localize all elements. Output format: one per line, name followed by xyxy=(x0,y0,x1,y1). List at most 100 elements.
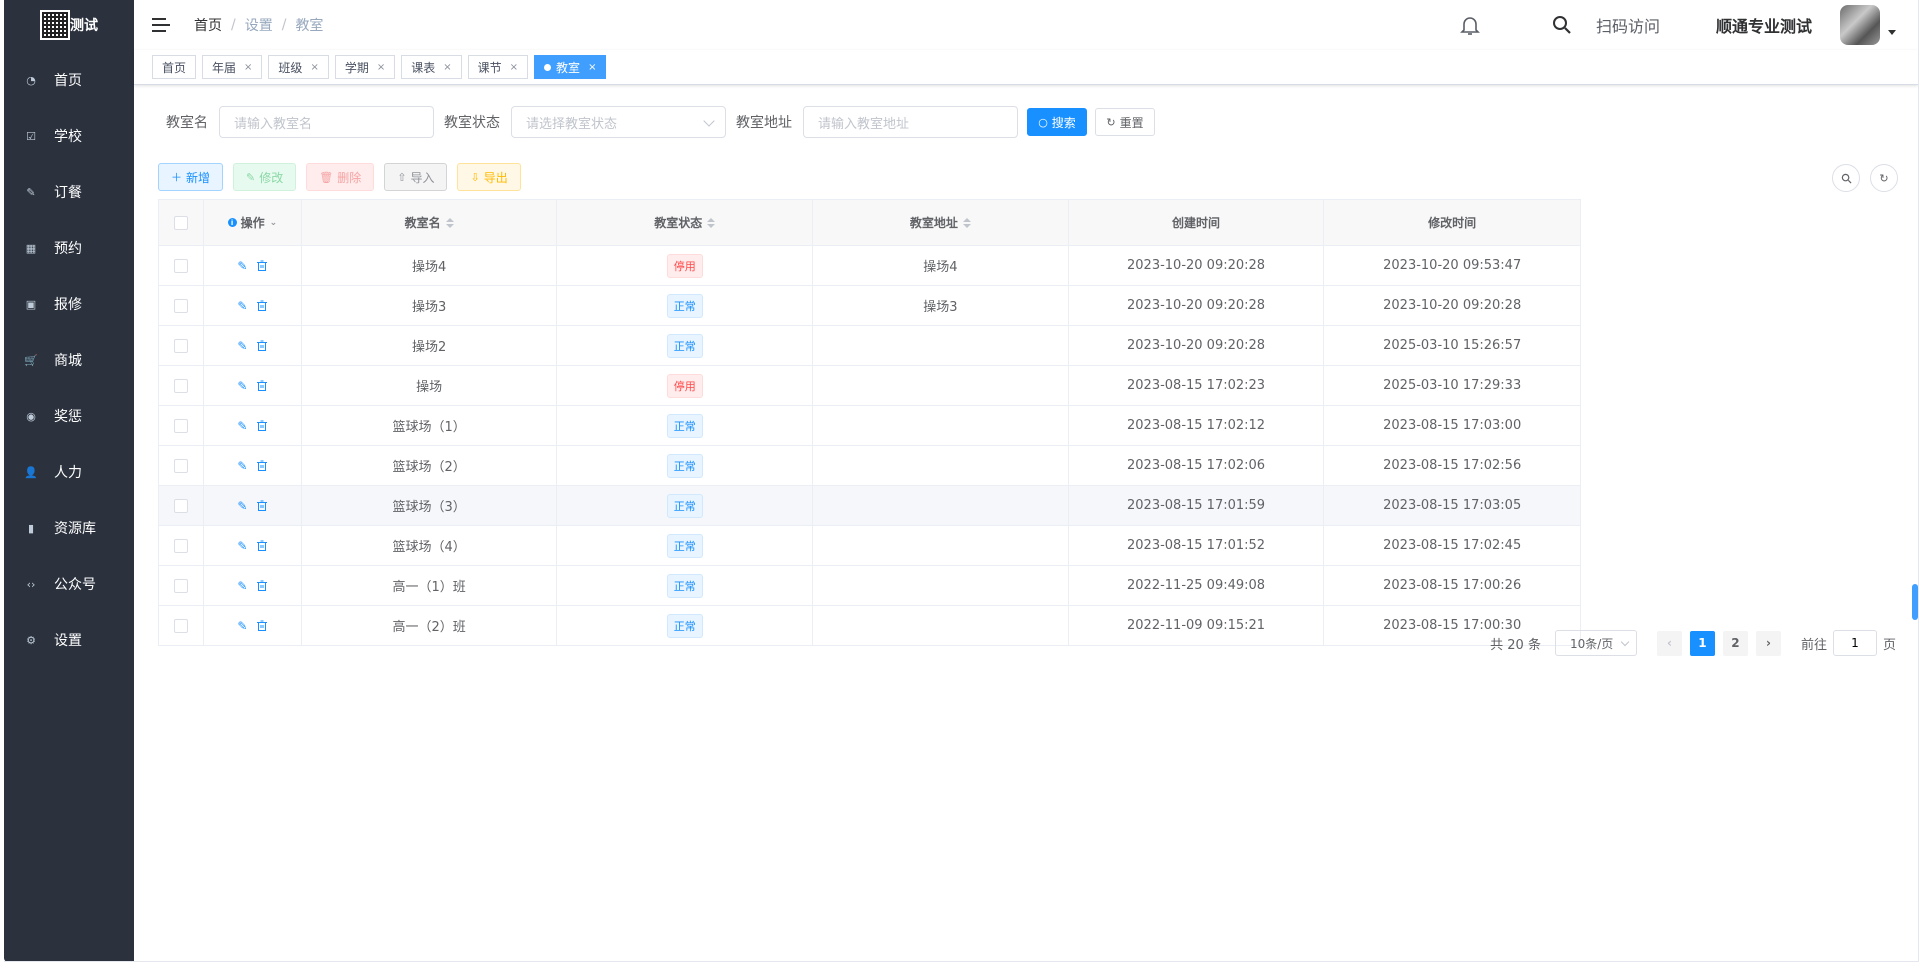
header-name[interactable]: 教室名 xyxy=(302,200,558,245)
toggle-search-icon[interactable] xyxy=(1832,164,1860,192)
edit-icon[interactable]: ✎ xyxy=(237,499,247,513)
sort-icon[interactable] xyxy=(707,217,716,228)
page-1-button[interactable]: 1 xyxy=(1689,630,1715,656)
trash-icon[interactable] xyxy=(257,460,268,471)
edit-icon[interactable]: ✎ xyxy=(237,259,247,273)
edit-icon[interactable]: ✎ xyxy=(237,539,247,553)
close-icon[interactable]: × xyxy=(588,62,596,73)
header-address[interactable]: 教室地址 xyxy=(813,200,1069,245)
trash-icon[interactable] xyxy=(257,620,268,631)
hamburger-icon[interactable] xyxy=(152,18,170,32)
tag-view-item[interactable]: 课节 × xyxy=(467,55,529,79)
row-checkbox[interactable] xyxy=(173,578,188,593)
close-icon[interactable]: × xyxy=(443,62,451,73)
close-icon[interactable]: × xyxy=(244,62,252,73)
delete-button[interactable]: 🗑 删除 xyxy=(306,163,375,191)
row-checkbox[interactable] xyxy=(173,498,188,513)
tag-view-item[interactable]: 班级 × xyxy=(268,55,329,79)
sidebar-item[interactable]: 👤 人力 xyxy=(4,444,134,500)
tag-view-item[interactable]: 首页 xyxy=(152,55,197,79)
table-row[interactable]: ✎ 篮球场（1） 正常 2023-08-15 17:02:12 2023-08-15 1… xyxy=(159,406,1580,446)
row-checkbox[interactable] xyxy=(173,258,188,273)
sidebar-item[interactable]: ▣ 报修 xyxy=(4,276,134,332)
edit-button[interactable]: ✎ 修改 xyxy=(233,163,297,191)
trash-icon[interactable] xyxy=(257,540,268,551)
sidebar-item[interactable]: ◉ 奖惩 xyxy=(4,388,134,444)
trash-icon[interactable] xyxy=(257,300,268,311)
row-checkbox[interactable] xyxy=(173,298,188,313)
row-checkbox[interactable] xyxy=(173,618,188,633)
sort-icon[interactable] xyxy=(445,217,454,228)
edit-icon[interactable]: ✎ xyxy=(237,299,247,313)
goto-page-input[interactable] xyxy=(1832,630,1877,656)
search-icon[interactable] xyxy=(1550,13,1574,37)
page-size-select[interactable]: 10条/页 xyxy=(1554,630,1637,656)
close-icon[interactable]: × xyxy=(510,62,518,73)
import-button[interactable]: ⇧ 导入 xyxy=(384,163,448,191)
sidebar-item[interactable]: ‹› 公众号 xyxy=(4,556,134,612)
add-button[interactable]: ＋ 新增 xyxy=(158,163,224,191)
export-button[interactable]: ⇩ 导出 xyxy=(457,163,521,191)
select-all-checkbox[interactable] xyxy=(173,215,188,230)
row-checkbox[interactable] xyxy=(173,338,188,353)
sidebar-item[interactable]: 🛒 商城 xyxy=(4,332,134,388)
row-checkbox[interactable] xyxy=(173,418,188,433)
sidebar-item[interactable]: ✎ 订餐 xyxy=(4,164,134,220)
edit-icon[interactable]: ✎ xyxy=(237,419,247,433)
status-filter-select[interactable]: 请选择教室状态 xyxy=(511,106,726,138)
header-status[interactable]: 教室状态 xyxy=(557,200,814,245)
trash-icon[interactable] xyxy=(257,260,268,271)
table-row[interactable]: ✎ 高一（1）班 正常 2022-11-25 09:49:08 2023-08-15 1… xyxy=(159,566,1580,606)
scrollbar[interactable] xyxy=(1912,584,1918,620)
table-row[interactable]: ✎ 操场2 正常 2023-10-20 09:20:28 2025-03-10 15:2… xyxy=(159,326,1580,366)
tag-view-item[interactable]: 学期 × xyxy=(334,55,396,79)
sidebar-item[interactable]: ☑ 学校 xyxy=(4,108,134,164)
next-page-button[interactable]: › xyxy=(1755,630,1781,656)
trash-icon[interactable] xyxy=(257,580,268,591)
trash-icon[interactable] xyxy=(257,500,268,511)
edit-icon[interactable]: ✎ xyxy=(237,379,247,393)
sidebar-item[interactable]: ◔ 首页 xyxy=(4,52,134,108)
avatar[interactable] xyxy=(1840,5,1880,45)
logo[interactable]: 测试 xyxy=(40,8,98,42)
caret-down-icon[interactable] xyxy=(1888,29,1896,35)
address-filter-input[interactable]: 请输入教室地址 xyxy=(803,106,1018,138)
edit-icon[interactable]: ✎ xyxy=(237,339,247,353)
edit-icon[interactable]: ✎ xyxy=(237,579,247,593)
close-icon[interactable]: × xyxy=(377,62,385,73)
prev-page-button[interactable]: ‹ xyxy=(1656,630,1682,656)
refresh-icon[interactable]: ↻ xyxy=(1870,164,1898,192)
tag-view-item[interactable]: 课表 × xyxy=(401,55,462,79)
header-created: 创建时间 xyxy=(1069,200,1325,245)
header-op[interactable]: i 操作 ⌄ xyxy=(204,200,302,245)
table-row[interactable]: ✎ 篮球场（2） 正常 2023-08-15 17:02:06 2023-08-15 1… xyxy=(159,446,1580,486)
row-checkbox[interactable] xyxy=(173,378,188,393)
trash-icon[interactable] xyxy=(257,380,268,391)
row-checkbox[interactable] xyxy=(173,538,188,553)
name-filter-input[interactable]: 请输入教室名 xyxy=(219,106,434,138)
row-checkbox[interactable] xyxy=(173,458,188,473)
table-row[interactable]: ✎ 篮球场（3） 正常 2023-08-15 17:01:59 2023-08-15 1… xyxy=(159,486,1580,526)
sidebar-item[interactable]: ▦ 预约 xyxy=(4,220,134,276)
sidebar-item[interactable]: ▮ 资源库 xyxy=(4,500,134,556)
bell-icon[interactable] xyxy=(1458,13,1482,37)
trash-icon[interactable] xyxy=(257,420,268,431)
tag-view-item[interactable]: 年届 × xyxy=(202,55,263,79)
sort-icon[interactable] xyxy=(962,217,971,228)
close-icon[interactable]: × xyxy=(310,62,318,73)
table-row[interactable]: ✎ 操场 停用 2023-08-15 17:02:23 2025-03-10 17:29… xyxy=(159,366,1580,406)
scan-visit-link[interactable]: 扫码访问 xyxy=(1596,13,1660,37)
page-2-button[interactable]: 2 xyxy=(1722,630,1748,656)
tag-view-item[interactable]: 教室 × xyxy=(534,55,607,79)
table-row[interactable]: ✎ 操场3 正常 操场3 2023-10-20 09:20:28 2023-10-20 0… xyxy=(159,286,1580,326)
table-row[interactable]: ✎ 篮球场（4） 正常 2023-08-15 17:01:52 2023-08-15 1… xyxy=(159,526,1580,566)
trash-icon[interactable] xyxy=(257,340,268,351)
table-row[interactable]: ✎ 操场4 停用 操场4 2023-10-20 09:20:28 2023-10-20 0… xyxy=(159,246,1580,286)
table-row[interactable]: ✎ 高一（2）班 正常 2022-11-09 09:15:21 2023-08-15 1… xyxy=(159,606,1580,646)
sidebar-item[interactable]: ⚙ 设置 xyxy=(4,612,134,668)
reset-button[interactable]: ↻ 重置 xyxy=(1095,108,1155,136)
search-button[interactable]: ○ 搜索 xyxy=(1027,108,1087,136)
breadcrumb-item[interactable]: 首页 xyxy=(194,15,222,35)
edit-icon[interactable]: ✎ xyxy=(237,619,247,633)
edit-icon[interactable]: ✎ xyxy=(237,459,247,473)
